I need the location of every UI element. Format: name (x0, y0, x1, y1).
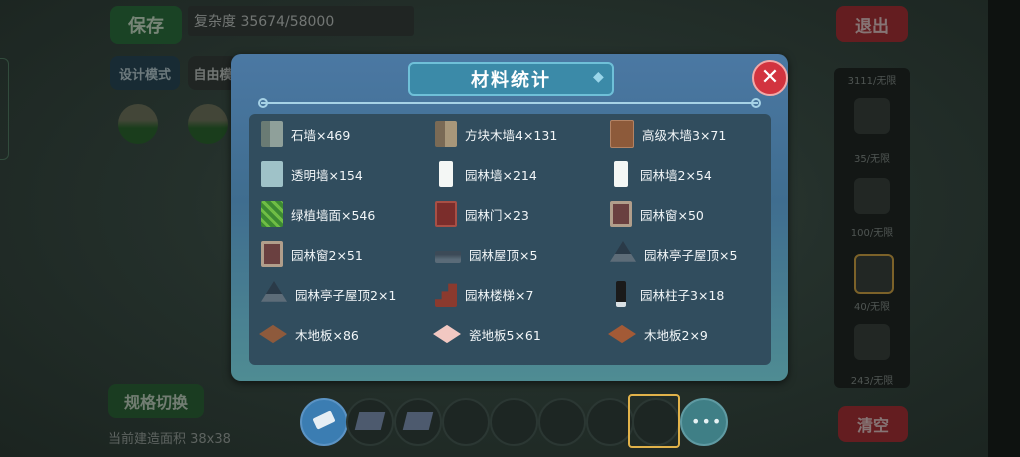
hotbar-slot[interactable] (586, 398, 634, 446)
hotbar-slot[interactable] (394, 398, 442, 446)
block-wood-wall-icon (435, 121, 457, 147)
material-item: 园林墙×214 (435, 159, 537, 189)
design-mode-button[interactable]: 设计模式 (110, 56, 180, 90)
clear-button[interactable]: 清空 (838, 406, 908, 442)
wood-floor-icon (259, 324, 287, 344)
material-item: 园林楼梯×7 (435, 279, 533, 309)
material-label: 木地板×86 (295, 327, 359, 343)
pavilion-roof-2-icon (261, 281, 287, 302)
screen-edge (988, 0, 1020, 457)
material-label: 方块木墙4×131 (465, 127, 558, 143)
exit-button[interactable]: 退出 (836, 6, 908, 42)
garden-roof-icon (435, 251, 461, 263)
inventory-slot[interactable] (854, 178, 890, 214)
material-label: 园林屋顶×5 (469, 247, 538, 263)
title-ornament-right-icon: ◆ (593, 69, 604, 85)
inventory-count: 100/无限 (850, 228, 894, 239)
pavilion-roof-icon (610, 241, 636, 262)
wood-floor-2-icon (608, 324, 636, 344)
material-item: 园林亭子屋顶2×1 (261, 279, 396, 309)
inventory-panel: 3111/无限 35/无限 100/无限 40/无限 243/无限 (834, 68, 910, 388)
selection-frame (628, 394, 680, 448)
inventory-count: 40/无限 (853, 302, 891, 313)
spec-switch-button[interactable]: 规格切换 (108, 384, 204, 418)
material-item: 园林窗2×51 (261, 239, 363, 269)
close-icon: ✕ (760, 65, 780, 90)
eraser-tool-slot[interactable] (300, 398, 348, 446)
material-label: 园林门×23 (465, 207, 529, 223)
material-label: 透明墙×154 (291, 167, 363, 183)
green-plant-wall-icon (261, 201, 283, 227)
garden-stairs-icon (435, 283, 457, 307)
divider-ornament-icon (751, 98, 761, 108)
material-list: 石墙×469 方块木墙4×131 高级木墙3×71 透明墙×154 园林墙×21… (249, 114, 771, 365)
save-button[interactable]: 保存 (110, 6, 182, 44)
material-item: 透明墙×154 (261, 159, 363, 189)
material-label: 园林窗2×51 (291, 247, 363, 263)
material-item: 园林柱子3×18 (610, 279, 724, 309)
stone-wall-icon (261, 121, 283, 147)
tile-floor-icon (433, 324, 461, 344)
material-item: 瓷地板5×61 (433, 319, 541, 349)
material-label: 园林亭子屋顶2×1 (295, 287, 397, 303)
material-item: 高级木墙3×71 (610, 119, 726, 149)
title-divider (261, 102, 758, 104)
terrain-thumbnail[interactable] (188, 104, 228, 144)
material-item: 木地板2×9 (608, 319, 708, 349)
roof-tile-icon (354, 412, 386, 430)
material-label: 园林窗×50 (640, 207, 704, 223)
more-icon: ••• (691, 412, 723, 431)
left-drawer-handle[interactable] (0, 58, 9, 160)
inventory-slot[interactable] (854, 98, 890, 134)
garden-window-icon (610, 201, 632, 227)
inventory-count: 3111/无限 (847, 76, 897, 87)
material-label: 高级木墙3×71 (642, 127, 727, 143)
material-label: 园林亭子屋顶×5 (644, 247, 738, 263)
material-item: 园林门×23 (435, 199, 529, 229)
advanced-wood-wall-icon (610, 120, 634, 148)
complexity-counter: 复杂度 35674/58000 (188, 6, 414, 36)
material-item: 园林窗×50 (610, 199, 704, 229)
inventory-count: 35/无限 (853, 154, 891, 165)
roof-tile-icon (402, 412, 434, 430)
material-item: 木地板×86 (259, 319, 359, 349)
material-label: 瓷地板5×61 (469, 327, 541, 343)
hotbar: ••• (300, 394, 728, 448)
garden-pillar-icon (616, 281, 626, 307)
hotbar-slot[interactable] (490, 398, 538, 446)
material-label: 园林楼梯×7 (465, 287, 534, 303)
dialog-title: 材料统计 (408, 62, 614, 96)
garden-wall-icon (439, 161, 453, 187)
garden-wall-2-icon (614, 161, 628, 187)
transparent-wall-icon (261, 161, 283, 187)
eraser-icon (312, 410, 336, 430)
build-area-text: 当前建造面积 38x38 (108, 432, 231, 447)
close-button[interactable]: ✕ (752, 60, 788, 96)
material-item: 园林亭子屋顶×5 (610, 239, 737, 269)
inventory-slot-selected[interactable] (854, 254, 894, 294)
terrain-thumbnail[interactable] (118, 104, 158, 144)
material-label: 园林柱子3×18 (640, 287, 725, 303)
material-item: 园林屋顶×5 (435, 239, 537, 269)
garden-window-2-icon (261, 241, 283, 267)
garden-door-icon (435, 201, 457, 227)
inventory-count: 243/无限 (850, 376, 894, 387)
material-item: 方块木墙4×131 (435, 119, 557, 149)
material-item: 绿植墙面×546 (261, 199, 375, 229)
hotbar-slot[interactable] (346, 398, 394, 446)
material-label: 园林墙×214 (465, 167, 537, 183)
more-button[interactable]: ••• (680, 398, 728, 446)
material-label: 绿植墙面×546 (291, 207, 376, 223)
material-item: 石墙×469 (261, 119, 350, 149)
material-label: 木地板2×9 (644, 327, 708, 343)
material-label: 石墙×469 (291, 127, 351, 143)
material-item: 园林墙2×54 (610, 159, 712, 189)
material-stats-dialog: ◆ 材料统计 ◆ ✕ 石墙×469 方块木墙4×131 高级木墙3×71 透明墙… (231, 54, 788, 381)
material-label: 园林墙2×54 (640, 167, 712, 183)
hotbar-slot[interactable] (538, 398, 586, 446)
inventory-slot[interactable] (854, 324, 890, 360)
hotbar-slot[interactable] (442, 398, 490, 446)
